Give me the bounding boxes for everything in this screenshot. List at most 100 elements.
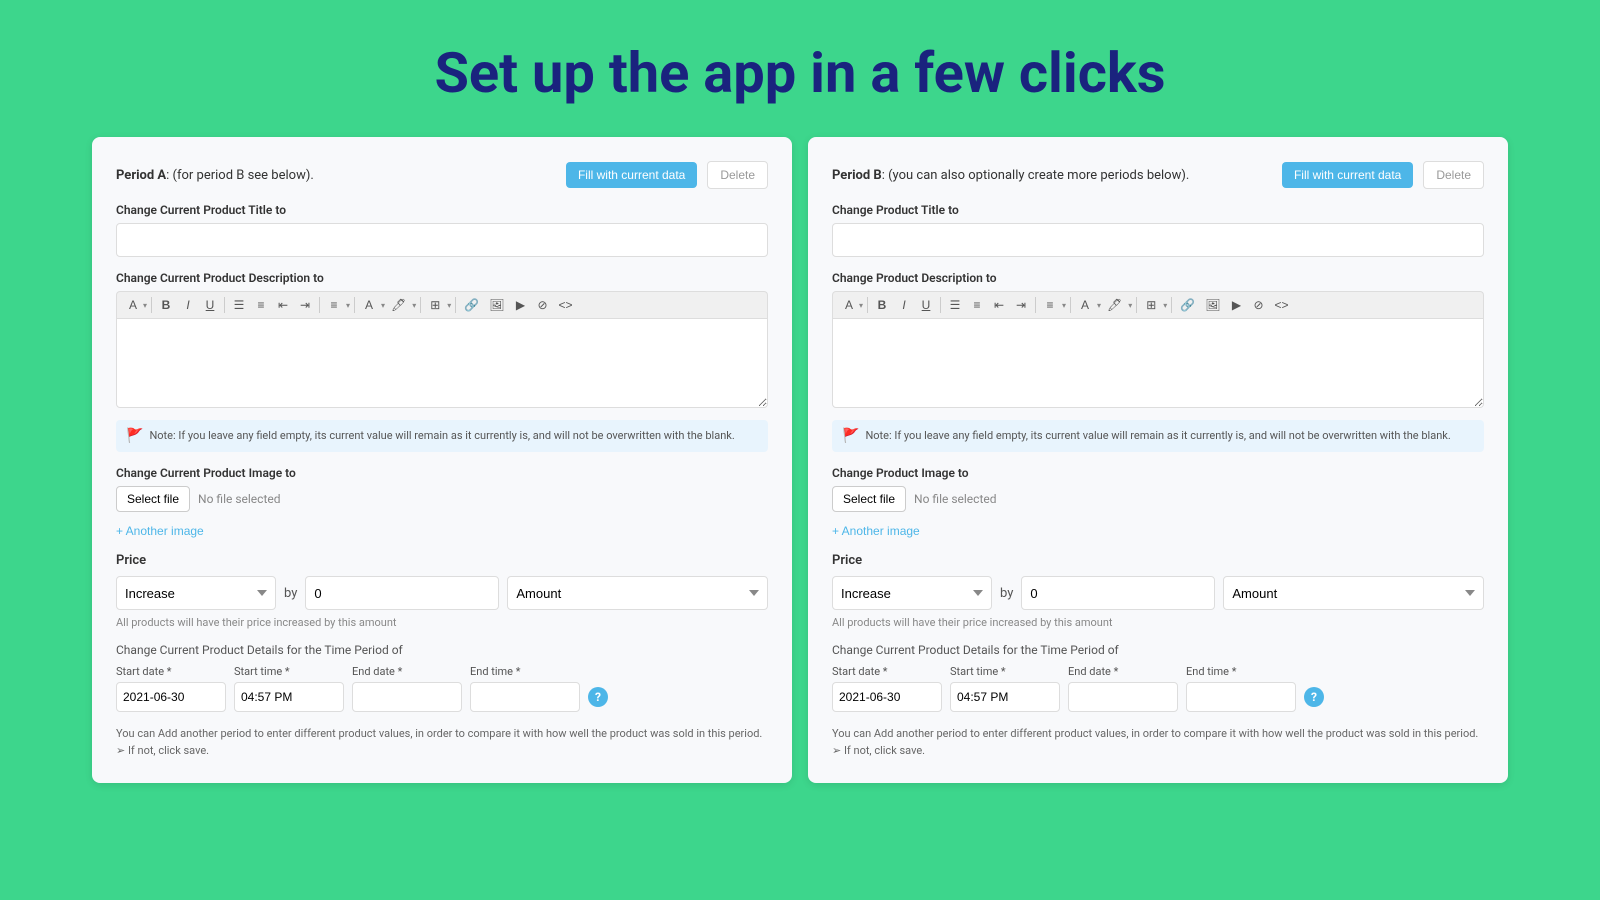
select-file-btn-b[interactable]: Select file [832, 486, 906, 512]
sep4-a [354, 297, 355, 313]
description-editor-a[interactable] [116, 318, 768, 408]
italic-btn-a[interactable]: I [178, 296, 198, 314]
indent-btn-a[interactable]: ⇥ [295, 296, 315, 314]
image-btn-b[interactable]: 🖼 [1201, 296, 1224, 314]
text-color-btn-a[interactable]: A [359, 296, 379, 314]
price-row-b: Increase Decrease Set to by Amount Perce… [832, 576, 1484, 610]
align-btn-b[interactable]: ≡ [1040, 296, 1060, 314]
bold-btn-a[interactable]: B [156, 296, 176, 314]
font-dropdown-b[interactable]: ▾ [859, 301, 863, 310]
price-value-input-b[interactable] [1021, 576, 1215, 610]
by-label-b: by [1000, 586, 1013, 601]
italic-btn-b[interactable]: I [894, 296, 914, 314]
sep1-a [151, 297, 152, 313]
title-input-a[interactable] [116, 223, 768, 257]
start-time-input-b[interactable]: 04:57 PM [950, 682, 1060, 712]
table-dropdown-a[interactable]: ▾ [447, 301, 451, 310]
outdent-btn-b[interactable]: ⇤ [989, 296, 1009, 314]
font-btn-a[interactable]: A [123, 296, 143, 314]
fill-current-data-button-a[interactable]: Fill with current data [566, 162, 697, 188]
ul-btn-a[interactable]: ☰ [229, 296, 249, 314]
source-btn-b[interactable]: <> [1271, 296, 1293, 314]
sep2-b [940, 297, 941, 313]
help-icon-b[interactable]: ? [1304, 687, 1324, 707]
end-date-input-b[interactable] [1068, 682, 1178, 712]
outdent-btn-a[interactable]: ⇤ [273, 296, 293, 314]
underline-btn-b[interactable]: U [916, 296, 936, 314]
sep6-a [455, 297, 456, 313]
price-label-a: Price [116, 553, 768, 568]
link-btn-a[interactable]: 🔗 [460, 296, 483, 314]
panels-container: Period A: (for period B see below). Fill… [0, 137, 1600, 803]
underline-btn-a[interactable]: U [200, 296, 220, 314]
file-name-b: No file selected [914, 492, 996, 506]
price-unit-select-a[interactable]: Amount Percentage [507, 576, 768, 610]
select-file-btn-a[interactable]: Select file [116, 486, 190, 512]
page-header: Set up the app in a few clicks [0, 0, 1600, 137]
price-row-a: Increase Decrease Set to by Amount Perce… [116, 576, 768, 610]
start-time-input-a[interactable]: 04:57 PM [234, 682, 344, 712]
delete-button-a[interactable]: Delete [707, 161, 768, 189]
end-time-input-b[interactable] [1186, 682, 1296, 712]
end-date-col-a: End date * [352, 665, 462, 712]
image-btn-a[interactable]: 🖼 [485, 296, 508, 314]
end-time-input-a[interactable] [470, 682, 580, 712]
font-btn-b[interactable]: A [839, 296, 859, 314]
time-period-label-a: Change Current Product Details for the T… [116, 643, 768, 657]
delete-button-b[interactable]: Delete [1423, 161, 1484, 189]
bold-btn-b[interactable]: B [872, 296, 892, 314]
clear-btn-a[interactable]: ⊘ [533, 296, 553, 314]
another-image-btn-b[interactable]: + Another image [832, 524, 920, 538]
price-unit-select-b[interactable]: Amount Percentage [1223, 576, 1484, 610]
bg-color-btn-b[interactable]: 🖊 [1103, 296, 1126, 314]
end-date-label-a: End date * [352, 665, 462, 678]
clear-btn-b[interactable]: ⊘ [1249, 296, 1269, 314]
description-editor-b[interactable] [832, 318, 1484, 408]
another-image-btn-a[interactable]: + Another image [116, 524, 204, 538]
ul-btn-b[interactable]: ☰ [945, 296, 965, 314]
price-value-input-a[interactable] [305, 576, 499, 610]
price-info-b: All products will have their price incre… [832, 616, 1484, 629]
font-dropdown-a[interactable]: ▾ [143, 301, 147, 310]
media-btn-a[interactable]: ▶ [511, 296, 531, 314]
align-dropdown-b[interactable]: ▾ [1062, 301, 1066, 310]
start-date-input-b[interactable]: 2021-06-30 [832, 682, 942, 712]
note-text-a: Note: If you leave any field empty, its … [149, 428, 734, 443]
footer-text-b: You can Add another period to enter diff… [832, 726, 1484, 759]
indent-btn-b[interactable]: ⇥ [1011, 296, 1031, 314]
sep4-b [1070, 297, 1071, 313]
text-color-btn-b[interactable]: A [1075, 296, 1095, 314]
table-btn-a[interactable]: ⊞ [425, 296, 445, 314]
title-input-b[interactable] [832, 223, 1484, 257]
link-btn-b[interactable]: 🔗 [1176, 296, 1199, 314]
align-dropdown-a[interactable]: ▾ [346, 301, 350, 310]
ol-btn-a[interactable]: ≡ [251, 296, 271, 314]
table-btn-b[interactable]: ⊞ [1141, 296, 1161, 314]
fill-current-data-button-b[interactable]: Fill with current data [1282, 162, 1413, 188]
media-btn-b[interactable]: ▶ [1227, 296, 1247, 314]
text-color-dropdown-b[interactable]: ▾ [1097, 301, 1101, 310]
period-a-label: Period A: (for period B see below). [116, 168, 314, 183]
price-type-select-b[interactable]: Increase Decrease Set to [832, 576, 992, 610]
ol-btn-b[interactable]: ≡ [967, 296, 987, 314]
bg-color-dropdown-a[interactable]: ▾ [412, 301, 416, 310]
bg-color-dropdown-b[interactable]: ▾ [1128, 301, 1132, 310]
table-dropdown-b[interactable]: ▾ [1163, 301, 1167, 310]
flag-icon-a: 🚩 [126, 428, 143, 444]
help-icon-a[interactable]: ? [588, 687, 608, 707]
title-field-label-a: Change Current Product Title to [116, 203, 768, 217]
start-time-label-b: Start time * [950, 665, 1060, 678]
time-period-section-a: Change Current Product Details for the T… [116, 643, 768, 712]
period-b-label: Period B: (you can also optionally creat… [832, 168, 1189, 183]
source-btn-a[interactable]: <> [555, 296, 577, 314]
date-row-a: Start date * 2021-06-30 Start time * 04:… [116, 665, 768, 712]
bg-color-btn-a[interactable]: 🖊 [387, 296, 410, 314]
end-date-input-a[interactable] [352, 682, 462, 712]
start-date-label-b: Start date * [832, 665, 942, 678]
description-field-label-b: Change Product Description to [832, 271, 1484, 285]
text-color-dropdown-a[interactable]: ▾ [381, 301, 385, 310]
start-date-input-a[interactable]: 2021-06-30 [116, 682, 226, 712]
date-row-b: Start date * 2021-06-30 Start time * 04:… [832, 665, 1484, 712]
align-btn-a[interactable]: ≡ [324, 296, 344, 314]
price-type-select-a[interactable]: Increase Decrease Set to [116, 576, 276, 610]
